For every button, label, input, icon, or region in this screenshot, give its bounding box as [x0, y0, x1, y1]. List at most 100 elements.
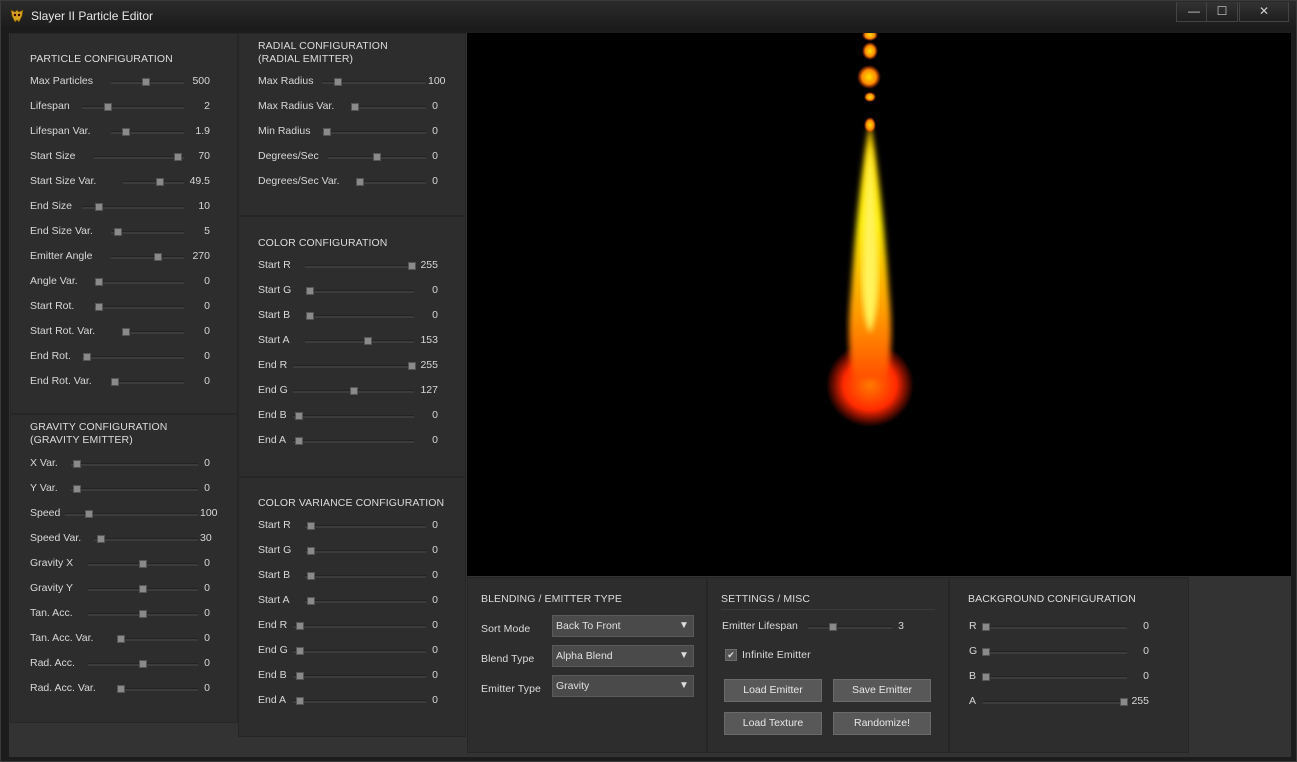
slider-row[interactable]: Emitter Angle 270: [30, 250, 210, 264]
slider-thumb[interactable]: [111, 378, 120, 386]
slider-row[interactable]: End A 0: [258, 434, 438, 448]
emitter-lifespan-slider[interactable]: Emitter Lifespan 3: [722, 620, 912, 634]
slider-track[interactable]: [981, 623, 1127, 631]
slider-row[interactable]: Max Particles 500: [30, 75, 210, 89]
slider-thumb[interactable]: [295, 697, 304, 705]
slider-track[interactable]: [327, 153, 426, 161]
slider-thumb[interactable]: [103, 103, 112, 111]
slider-track[interactable]: [293, 387, 414, 395]
slider-track[interactable]: [293, 622, 426, 630]
slider-track[interactable]: [82, 103, 184, 111]
slider-row[interactable]: Gravity Y 0: [30, 582, 210, 596]
slider-thumb[interactable]: [333, 78, 342, 86]
slider-track[interactable]: [122, 328, 184, 336]
slider-thumb[interactable]: [306, 312, 315, 320]
slider-thumb[interactable]: [94, 203, 103, 211]
slider-track[interactable]: [65, 510, 198, 518]
slider-row[interactable]: End Rot. 0: [30, 350, 210, 364]
slider-row[interactable]: Rad. Acc. Var. 0: [30, 682, 210, 696]
slider-row[interactable]: Start R 0: [258, 519, 438, 533]
slider-track[interactable]: [304, 522, 426, 530]
slider-row[interactable]: Angle Var. 0: [30, 275, 210, 289]
slider-thumb[interactable]: [155, 178, 164, 186]
slider-row[interactable]: End Size 10: [30, 200, 210, 214]
slider-thumb[interactable]: [981, 648, 990, 656]
slider-row[interactable]: Start B 0: [258, 569, 438, 583]
slider-row[interactable]: End B 0: [258, 669, 438, 683]
slider-track[interactable]: [808, 623, 892, 631]
slider-track[interactable]: [94, 278, 184, 286]
slider-thumb[interactable]: [94, 303, 103, 311]
slider-track[interactable]: [322, 128, 426, 136]
slider-track[interactable]: [304, 287, 414, 295]
slider-thumb[interactable]: [117, 685, 126, 693]
slider-thumb[interactable]: [83, 353, 92, 361]
slider-track[interactable]: [293, 362, 416, 370]
slider-thumb[interactable]: [295, 622, 304, 630]
slider-thumb[interactable]: [121, 128, 130, 136]
slider-track[interactable]: [88, 560, 198, 568]
slider-track[interactable]: [94, 153, 184, 161]
slider-thumb[interactable]: [829, 623, 838, 631]
slider-thumb[interactable]: [306, 572, 315, 580]
slider-row[interactable]: A 255: [969, 695, 1149, 709]
slider-thumb[interactable]: [356, 178, 365, 186]
slider-thumb[interactable]: [295, 647, 304, 655]
slider-row[interactable]: Rad. Acc. 0: [30, 657, 210, 671]
randomize-button[interactable]: Randomize!: [833, 712, 931, 735]
slider-track[interactable]: [70, 485, 198, 493]
maximize-button[interactable]: ☐: [1206, 2, 1238, 22]
slider-row[interactable]: Min Radius 0: [258, 125, 438, 139]
slider-track[interactable]: [88, 585, 198, 593]
slider-row[interactable]: Start G 0: [258, 544, 438, 558]
slider-track[interactable]: [111, 378, 184, 386]
slider-row[interactable]: End R 255: [258, 359, 438, 373]
slider-thumb[interactable]: [981, 623, 990, 631]
slider-thumb[interactable]: [295, 437, 304, 445]
slider-row[interactable]: Lifespan Var. 1.9: [30, 125, 210, 139]
slider-thumb[interactable]: [407, 362, 416, 370]
slider-track[interactable]: [983, 698, 1129, 706]
slider-row[interactable]: End B 0: [258, 409, 438, 423]
slider-row[interactable]: End Size Var. 5: [30, 225, 210, 239]
slider-row[interactable]: B0: [969, 670, 1149, 684]
slider-row[interactable]: End G 127: [258, 384, 438, 398]
slider-track[interactable]: [322, 78, 426, 86]
slider-row[interactable]: End Rot. Var. 0: [30, 375, 210, 389]
slider-thumb[interactable]: [323, 128, 332, 136]
slider-thumb[interactable]: [407, 262, 416, 270]
emitter-type-select[interactable]: Gravity ▼: [552, 675, 694, 697]
slider-row[interactable]: Degrees/Sec 0: [258, 150, 438, 164]
slider-row[interactable]: Start Rot. 0: [30, 300, 210, 314]
slider-track[interactable]: [94, 535, 198, 543]
slider-track[interactable]: [293, 412, 414, 420]
slider-track[interactable]: [111, 128, 184, 136]
slider-row[interactable]: Speed Var. 30: [30, 532, 212, 546]
slider-row[interactable]: Degrees/Sec Var. 0: [258, 175, 438, 189]
slider-thumb[interactable]: [139, 610, 148, 618]
slider-track[interactable]: [981, 648, 1127, 656]
slider-track[interactable]: [356, 178, 426, 186]
slider-row[interactable]: Y Var. 0: [30, 482, 210, 496]
slider-track[interactable]: [82, 203, 184, 211]
slider-track[interactable]: [111, 228, 184, 236]
particle-preview-viewport[interactable]: [467, 33, 1291, 576]
load-texture-button[interactable]: Load Texture: [724, 712, 822, 735]
slider-row[interactable]: Start Rot. Var. 0: [30, 325, 210, 339]
slider-row[interactable]: Speed 100: [30, 507, 218, 521]
slider-row[interactable]: Start Size 70: [30, 150, 210, 164]
slider-track[interactable]: [293, 437, 414, 445]
slider-track[interactable]: [82, 353, 184, 361]
slider-thumb[interactable]: [84, 510, 93, 518]
slider-track[interactable]: [70, 460, 198, 468]
slider-track[interactable]: [304, 572, 426, 580]
slider-thumb[interactable]: [364, 337, 373, 345]
slider-thumb[interactable]: [153, 253, 162, 261]
slider-track[interactable]: [304, 312, 414, 320]
slider-track[interactable]: [304, 547, 426, 555]
slider-track[interactable]: [117, 685, 198, 693]
slider-thumb[interactable]: [350, 103, 359, 111]
slider-row[interactable]: Max Radius Var. 0: [258, 100, 438, 114]
slider-thumb[interactable]: [1120, 698, 1129, 706]
slider-row[interactable]: Start R 255: [258, 259, 438, 273]
